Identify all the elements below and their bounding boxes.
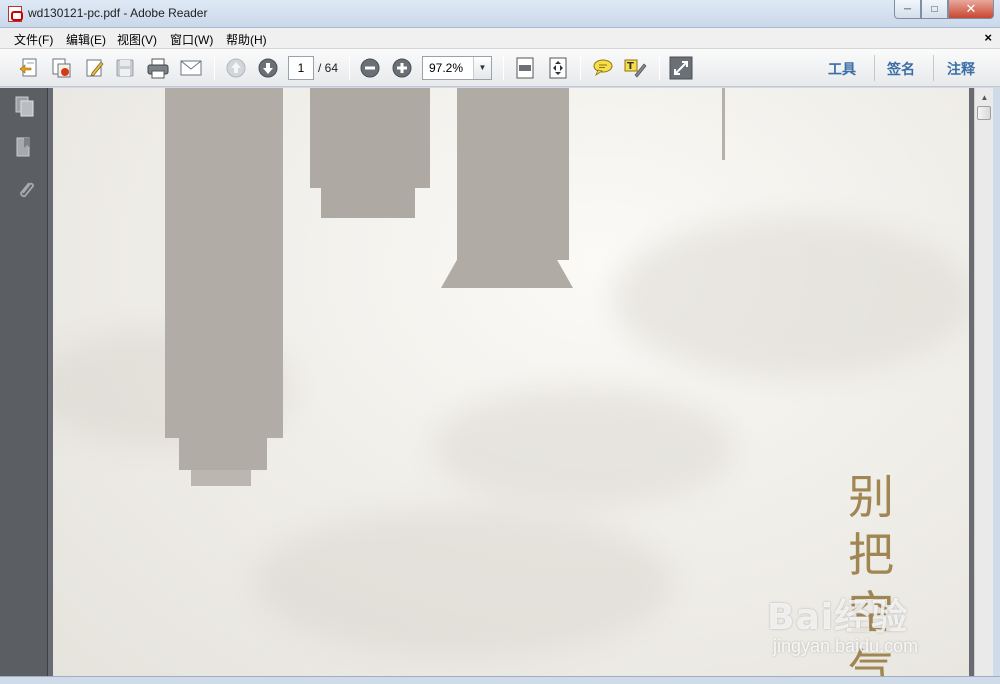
highlight-icon[interactable]: T <box>622 55 648 81</box>
zoom-in-icon[interactable] <box>389 55 415 81</box>
building-silhouette <box>321 188 415 218</box>
next-page-icon[interactable] <box>255 55 281 81</box>
vertical-scrollbar[interactable]: ▲ <box>974 88 993 676</box>
window-frame-right <box>993 88 1000 684</box>
close-document-button[interactable]: × <box>984 30 992 45</box>
window-controls: ─ □ ✕ <box>894 0 994 20</box>
building-silhouette <box>457 88 569 260</box>
navigation-pane <box>0 88 48 676</box>
tools-pane-button[interactable]: 工具 <box>828 59 856 79</box>
comment-pane-button[interactable]: 注释 <box>947 59 975 79</box>
toolbar-separator <box>349 56 350 80</box>
page-thumbnails-icon[interactable] <box>14 95 36 119</box>
create-pdf-icon[interactable] <box>16 55 42 81</box>
baidu-watermark-url: jingyan.baidu.com <box>773 636 919 656</box>
building-silhouette <box>441 260 573 288</box>
page-total: / 64 <box>318 61 339 75</box>
fullscreen-icon[interactable] <box>668 55 694 81</box>
menu-view[interactable]: 视图(V) <box>117 31 157 48</box>
spire-silhouette <box>722 88 725 160</box>
document-viewport[interactable]: 别 把 空 气 Bai经验 jingyan.baidu.com <box>48 88 974 676</box>
scroll-thumb[interactable] <box>977 106 991 120</box>
title-char: 别 <box>848 470 894 524</box>
zoom-level-field[interactable]: 97.2% ▼ <box>422 56 492 80</box>
building-silhouette <box>165 88 283 438</box>
svg-text:T: T <box>627 61 634 72</box>
menu-edit[interactable]: 编辑(E) <box>66 31 106 48</box>
cloud-shape <box>433 388 733 508</box>
cloud-shape <box>253 508 673 658</box>
combine-icon[interactable] <box>48 55 74 81</box>
window-title: wd130121-pc.pdf - Adobe Reader <box>28 6 208 20</box>
building-silhouette <box>310 88 430 188</box>
zoom-out-icon[interactable] <box>357 55 383 81</box>
pdf-page: 别 把 空 气 Bai经验 jingyan.baidu.com <box>53 88 969 676</box>
minimize-button[interactable]: ─ <box>894 0 921 19</box>
close-button[interactable]: ✕ <box>948 0 994 19</box>
window-frame-bottom <box>0 676 1000 684</box>
print-icon[interactable] <box>145 55 171 81</box>
building-silhouette <box>191 470 251 486</box>
toolbar-separator <box>580 56 581 80</box>
comment-icon[interactable] <box>590 55 616 81</box>
title-char: 把 <box>848 528 894 582</box>
edit-icon[interactable] <box>82 55 108 81</box>
toolbar-separator <box>214 56 215 80</box>
sign-pane-button[interactable]: 签名 <box>887 59 915 79</box>
attachments-icon[interactable] <box>14 178 36 202</box>
toolbar-separator <box>503 56 504 80</box>
menu-file[interactable]: 文件(F) <box>14 31 53 48</box>
zoom-dropdown-arrow-icon[interactable]: ▼ <box>473 57 491 79</box>
baidu-watermark: Bai经验 <box>767 597 909 638</box>
menu-window[interactable]: 窗口(W) <box>170 31 213 48</box>
toolbar-separator <box>933 55 934 81</box>
building-silhouette <box>179 438 267 470</box>
toolbar-separator <box>874 55 875 81</box>
scroll-up-arrow-icon[interactable]: ▲ <box>976 89 993 105</box>
toolbar-separator <box>659 56 660 80</box>
title-bar: wd130121-pc.pdf - Adobe Reader ─ □ ✕ <box>0 0 1000 28</box>
fit-page-icon[interactable] <box>512 55 538 81</box>
menu-help[interactable]: 帮助(H) <box>226 31 267 48</box>
zoom-level-value: 97.2% <box>429 61 464 75</box>
adobe-reader-icon <box>8 6 23 22</box>
menu-bar: 文件(F) 编辑(E) 视图(V) 窗口(W) 帮助(H) × <box>0 28 1000 49</box>
bookmarks-icon[interactable] <box>14 136 36 160</box>
cloud-shape <box>613 218 969 378</box>
fit-width-icon[interactable] <box>545 55 571 81</box>
email-icon[interactable] <box>178 55 204 81</box>
prev-page-icon[interactable] <box>223 55 249 81</box>
save-icon[interactable] <box>112 55 138 81</box>
maximize-button[interactable]: □ <box>921 0 948 19</box>
page-number-input[interactable]: 1 <box>288 56 314 80</box>
